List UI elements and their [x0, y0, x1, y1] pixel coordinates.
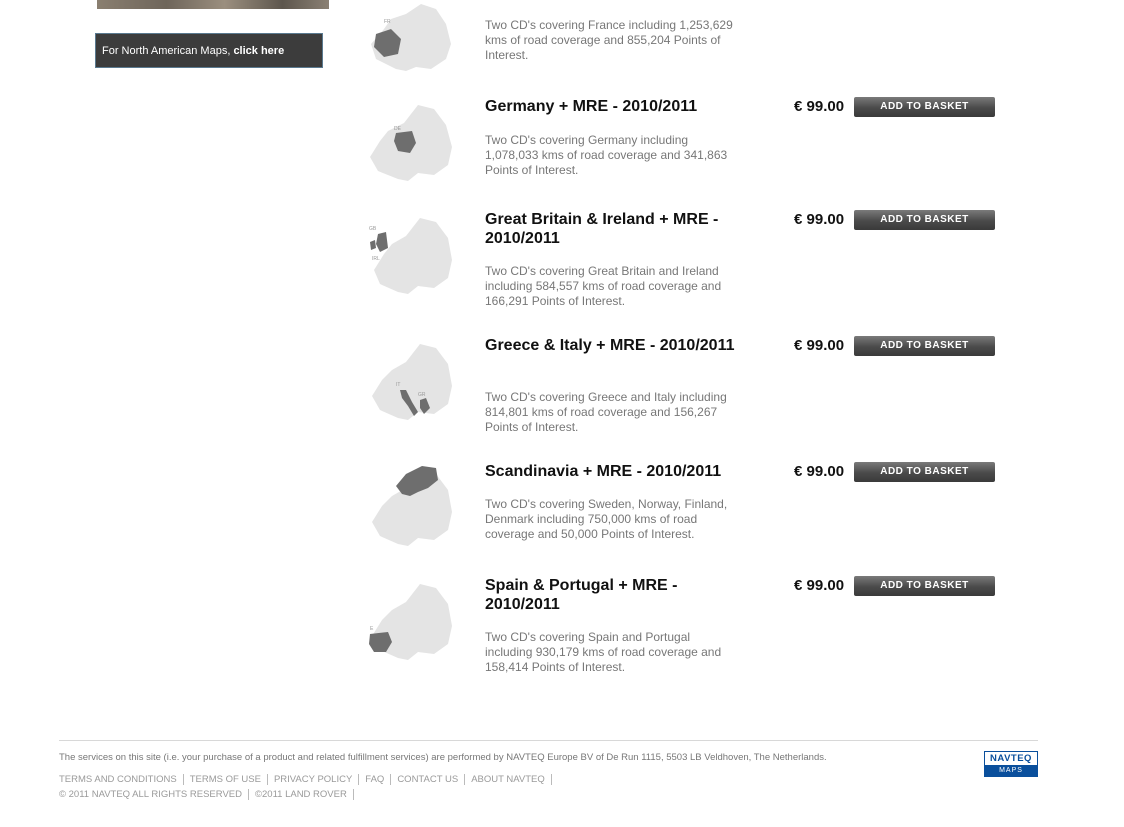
footer-links: TERMS AND CONDITIONS TERMS OF USE PRIVACY … — [59, 774, 558, 785]
product-title: Great Britain & Ireland + MRE - 2010/201… — [485, 211, 719, 247]
separator — [352, 789, 354, 800]
product-description: Two CD's covering Greece and Italy inclu… — [485, 390, 727, 434]
separator — [550, 774, 552, 785]
navteq-copyright: © 2011 NAVTEQ ALL RIGHTS RESERVED — [59, 789, 242, 801]
contact-us-link[interactable]: CONTACT US — [397, 774, 458, 785]
product-price: € 99.00 — [794, 337, 845, 354]
europe-map-icon: E — [369, 584, 452, 660]
product-description: Two CD's covering Great Britain and Irel… — [485, 264, 722, 308]
product-price: € 99.00 — [794, 211, 845, 228]
add-to-basket-button[interactable]: ADD TO BASKET — [854, 576, 995, 596]
product-great-britain-ireland: GB IRL Great Britain & Ireland + MRE - 2… — [366, 210, 1006, 330]
europe-map-icon: GB IRL — [369, 218, 452, 294]
separator — [248, 789, 249, 800]
map-label: IT — [396, 382, 400, 388]
product-france: FR Two CD's covering France including 1,… — [366, 0, 1006, 109]
logo-subtext: MAPS — [985, 765, 1037, 776]
terms-of-use-link[interactable]: TERMS OF USE — [190, 774, 261, 785]
terms-and-conditions-link[interactable]: TERMS AND CONDITIONS — [59, 774, 177, 785]
footer-divider — [59, 740, 1038, 741]
product-description: Two CD's covering France including 1,253… — [485, 18, 733, 62]
product-spain-portugal: E Spain & Portugal + MRE - 2010/2011 Two… — [366, 576, 1006, 696]
faq-link[interactable]: FAQ — [365, 774, 384, 785]
product-germany: DE Germany + MRE - 2010/2011 Two CD's co… — [366, 97, 1006, 217]
map-label: DE — [394, 126, 402, 132]
north-american-maps-link[interactable]: For North American Maps, click here — [95, 33, 323, 68]
map-label: GB — [369, 226, 377, 232]
about-navteq-link[interactable]: ABOUT NAVTEQ — [471, 774, 545, 785]
separator — [464, 774, 466, 785]
product-description: Two CD's covering Sweden, Norway, Finlan… — [485, 497, 728, 541]
separator — [182, 774, 184, 785]
land-rover-copyright: ©2011 LAND ROVER — [255, 789, 347, 801]
footer-copyright: © 2011 NAVTEQ ALL RIGHTS RESERVED ©2011 L… — [59, 789, 360, 800]
product-price: € 99.00 — [794, 98, 845, 115]
na-text: For North American Maps, — [102, 45, 234, 57]
add-to-basket-button[interactable]: ADD TO BASKET — [854, 336, 995, 356]
map-label-2: IRL — [372, 256, 380, 262]
separator — [358, 774, 360, 785]
banner-image — [97, 0, 329, 9]
product-price: € 99.00 — [794, 577, 845, 594]
product-title: Spain & Portugal + MRE - 2010/2011 — [485, 577, 678, 613]
product-description: Two CD's covering Spain and Portugal inc… — [485, 630, 722, 674]
privacy-policy-link[interactable]: PRIVACY POLICY — [274, 774, 352, 785]
logo-text: NAVTEQ — [990, 753, 1032, 764]
product-greece-italy: IT GR Greece & Italy + MRE - 2010/2011 T… — [366, 336, 1006, 456]
product-title: Greece & Italy + MRE - 2010/2011 — [485, 337, 735, 354]
click-here-link[interactable]: click here — [233, 45, 284, 57]
product-price: € 99.00 — [794, 463, 845, 480]
footer-notice: The services on this site (i.e. your pur… — [59, 752, 827, 763]
europe-map-icon: FR — [371, 4, 451, 71]
separator — [390, 774, 392, 785]
map-label-2: GR — [418, 392, 426, 398]
map-label: FR — [384, 19, 391, 25]
europe-map-icon: IT GR — [372, 344, 452, 420]
add-to-basket-button[interactable]: ADD TO BASKET — [854, 97, 995, 117]
product-title: Scandinavia + MRE - 2010/2011 — [485, 463, 722, 480]
add-to-basket-button[interactable]: ADD TO BASKET — [854, 210, 995, 230]
navteq-maps-logo: NAVTEQ MAPS — [984, 751, 1038, 777]
europe-map-icon — [372, 466, 452, 546]
product-title: Germany + MRE - 2010/2011 — [485, 98, 698, 115]
product-scandinavia: Scandinavia + MRE - 2010/2011 Two CD's c… — [366, 462, 1006, 582]
map-label: E — [370, 626, 374, 632]
product-description: Two CD's covering Germany including 1,07… — [485, 133, 728, 177]
separator — [266, 774, 268, 785]
europe-map-icon: DE — [370, 105, 452, 181]
add-to-basket-button[interactable]: ADD TO BASKET — [854, 462, 995, 482]
